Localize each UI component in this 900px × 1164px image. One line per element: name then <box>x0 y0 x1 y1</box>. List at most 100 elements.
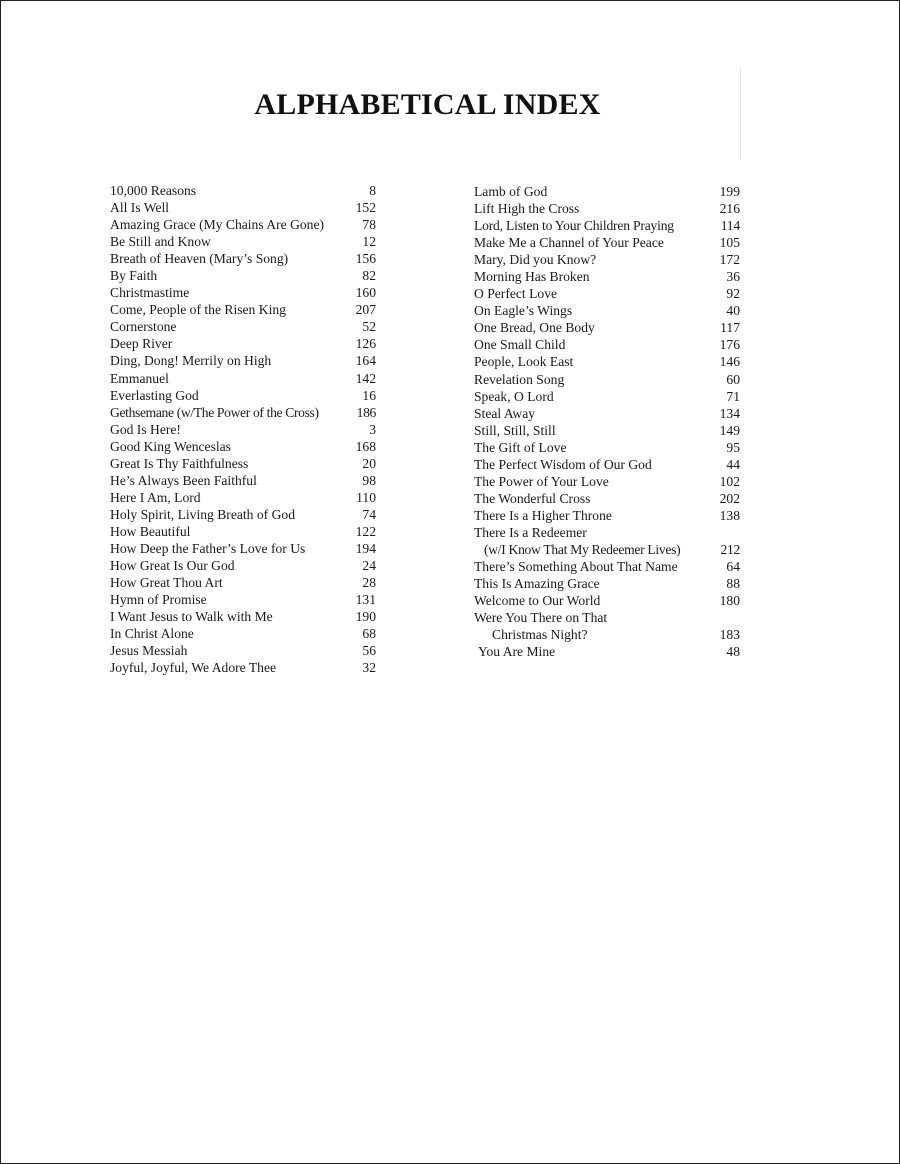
index-entry: How Great Is Our God 24 <box>110 557 376 574</box>
index-entry: Were You There on That <box>474 609 740 626</box>
entry-title: Mary, Did you Know? <box>474 252 597 268</box>
entry-page: 134 <box>719 405 740 421</box>
entry-page: 146 <box>719 354 740 370</box>
entry-title: Lord, Listen to Your Children Praying <box>474 218 674 234</box>
index-entry: You Are Mine 48 <box>474 643 740 660</box>
entry-page: 40 <box>726 303 740 319</box>
entry-page: 194 <box>355 540 376 556</box>
entry-title: Ding, Dong! Merrily on High <box>110 353 272 369</box>
entry-page: 212 <box>720 541 741 557</box>
entry-title: How Deep the Father’s Love for Us <box>110 540 306 556</box>
entry-page: 131 <box>355 592 376 608</box>
entry-page: 164 <box>355 353 376 369</box>
entry-title: One Bread, One Body <box>474 320 595 336</box>
entry-title: Amazing Grace (My Chains Are Gone) <box>110 217 325 233</box>
entry-page: 56 <box>362 643 376 659</box>
index-entry: Breath of Heaven (Mary’s Song) 156 <box>110 250 376 267</box>
index-entry: Speak, O Lord 71 <box>474 388 740 405</box>
index-entry: People, Look East 146 <box>474 353 740 370</box>
entry-title: Welcome to Our World <box>474 593 601 609</box>
index-entry: There Is a Redeemer <box>474 524 740 541</box>
entry-page: 32 <box>362 660 376 676</box>
index-entry-continuation: (w/I Know That My Redeemer Lives) 212 <box>474 541 740 558</box>
entry-page: 92 <box>726 286 740 302</box>
entry-page: 36 <box>726 269 740 285</box>
index-entry: This Is Amazing Grace 88 <box>474 575 740 592</box>
index-entry: Be Still and Know 12 <box>110 233 376 250</box>
entry-page: 110 <box>356 489 376 505</box>
index-entry: Amazing Grace (My Chains Are Gone) 78 <box>110 216 376 233</box>
index-entry: O Perfect Love 92 <box>474 285 740 302</box>
index-entry: On Eagle’s Wings 40 <box>474 302 740 319</box>
entry-title: In Christ Alone <box>110 626 194 642</box>
entry-title: Steal Away <box>474 405 536 421</box>
index-entry: One Small Child 176 <box>474 336 740 353</box>
entry-page: 183 <box>719 627 740 643</box>
entry-page: 74 <box>362 506 376 522</box>
entry-page: 44 <box>726 456 740 472</box>
entry-title: The Power of Your Love <box>474 473 609 489</box>
entry-title: By Faith <box>110 268 158 284</box>
entry-page: 207 <box>355 302 376 318</box>
entry-title: Gethsemane (w/The Power of the Cross) <box>110 404 319 420</box>
entry-title: The Perfect Wisdom of Our God <box>474 456 652 472</box>
entry-title: O Perfect Love <box>474 286 558 302</box>
entry-title: There Is a Higher Throne <box>474 507 612 523</box>
entry-title: Make Me a Channel of Your Peace <box>474 235 664 251</box>
index-entry: Mary, Did you Know? 172 <box>474 251 740 268</box>
entry-page: 186 <box>356 404 377 420</box>
index-entry: Here I Am, Lord 110 <box>110 489 376 506</box>
index-entry: Holy Spirit, Living Breath of God 74 <box>110 506 376 523</box>
entry-title: The Gift of Love <box>474 439 567 455</box>
index-entry: Great Is Thy Faithfulness 20 <box>110 455 376 472</box>
index-entry: Emmanuel 142 <box>110 370 376 387</box>
index-entry: God Is Here! 3 <box>110 421 376 438</box>
entry-title: Holy Spirit, Living Breath of God <box>110 506 296 522</box>
entry-page: 64 <box>726 559 740 575</box>
index-entry: All Is Well 152 <box>110 199 376 216</box>
entry-title: Lift High the Cross <box>474 201 580 217</box>
entry-title: Here I Am, Lord <box>110 489 201 505</box>
entry-title: Hymn of Promise <box>110 592 207 608</box>
entry-page: 3 <box>369 421 376 437</box>
index-entry: Deep River 126 <box>110 335 376 352</box>
entry-page: 28 <box>362 575 376 591</box>
entry-page: 114 <box>720 218 741 234</box>
index-entry: He’s Always Been Faithful 98 <box>110 472 376 489</box>
entry-page: 149 <box>719 422 740 438</box>
entry-title: Revelation Song <box>474 371 565 387</box>
entry-page: 199 <box>719 184 740 199</box>
entry-title: This Is Amazing Grace <box>474 576 600 592</box>
entry-title: I Want Jesus to Walk with Me <box>110 609 273 625</box>
entry-page: 20 <box>362 455 376 471</box>
entry-page: 176 <box>719 337 740 353</box>
index-entry: How Great Thou Art 28 <box>110 574 376 591</box>
index-entry: The Wonderful Cross 202 <box>474 490 740 507</box>
entry-title: People, Look East <box>474 354 574 370</box>
index-column-left: 10,000 Reasons 8 All Is Well 152 Amazing G… <box>110 182 376 676</box>
entry-page: 68 <box>362 626 376 642</box>
entry-page: 98 <box>362 472 376 488</box>
index-entry: Good King Wenceslas 168 <box>110 438 376 455</box>
index-entry: Joyful, Joyful, We Adore Thee 32 <box>110 659 376 676</box>
entry-title: One Small Child <box>474 337 566 353</box>
entry-page: 156 <box>355 251 376 267</box>
entry-page: 82 <box>362 268 376 284</box>
entry-title: Cornerstone <box>110 319 177 335</box>
entry-title: Be Still and Know <box>110 234 211 250</box>
entry-page: 24 <box>362 558 376 574</box>
entry-title: How Beautiful <box>110 523 191 539</box>
index-entry: The Perfect Wisdom of Our God 44 <box>474 456 740 473</box>
index-entry: Gethsemane (w/The Power of the Cross) 186 <box>110 404 376 421</box>
entry-title: Great Is Thy Faithfulness <box>110 455 249 471</box>
index-entry: There’s Something About That Name 64 <box>474 558 740 575</box>
entry-title: Christmastime <box>110 285 190 301</box>
index-entry: Lamb of God 199 <box>474 183 740 200</box>
entry-page: 160 <box>355 285 376 301</box>
entry-title: There Is a Redeemer <box>474 524 587 540</box>
index-entry: The Gift of Love 95 <box>474 439 740 456</box>
entry-page: 138 <box>719 507 740 523</box>
entry-title: Breath of Heaven (Mary’s Song) <box>110 251 289 267</box>
entry-title: Christmas Night? <box>492 627 588 643</box>
entry-title: Joyful, Joyful, We Adore Thee <box>110 660 277 676</box>
